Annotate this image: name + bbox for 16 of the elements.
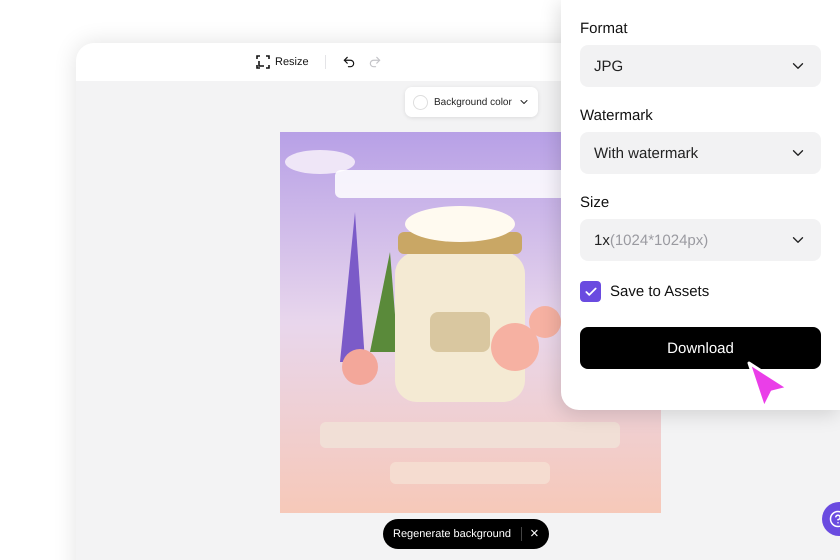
color-swatch xyxy=(413,94,428,110)
resize-button[interactable]: Resize xyxy=(254,53,311,71)
field-label: Watermark xyxy=(580,107,654,124)
select-field[interactable]: With watermark xyxy=(580,132,821,174)
field-label: Size xyxy=(580,194,610,211)
close-button[interactable]: × xyxy=(521,527,539,541)
checkbox[interactable] xyxy=(580,281,601,302)
select-field[interactable]: 1x(1024*1024px) xyxy=(580,219,821,261)
checkbox-label: Save to Assets xyxy=(610,283,710,300)
background-color-dropdown[interactable]: Background color xyxy=(405,87,538,117)
download-button[interactable]: Download xyxy=(580,327,821,369)
field-label: Format xyxy=(580,20,629,37)
select-field[interactable]: JPG xyxy=(580,45,821,87)
check-icon xyxy=(584,284,598,298)
regenerate-background-button[interactable]: Regenerate background xyxy=(393,528,512,540)
resize-icon xyxy=(256,55,270,69)
